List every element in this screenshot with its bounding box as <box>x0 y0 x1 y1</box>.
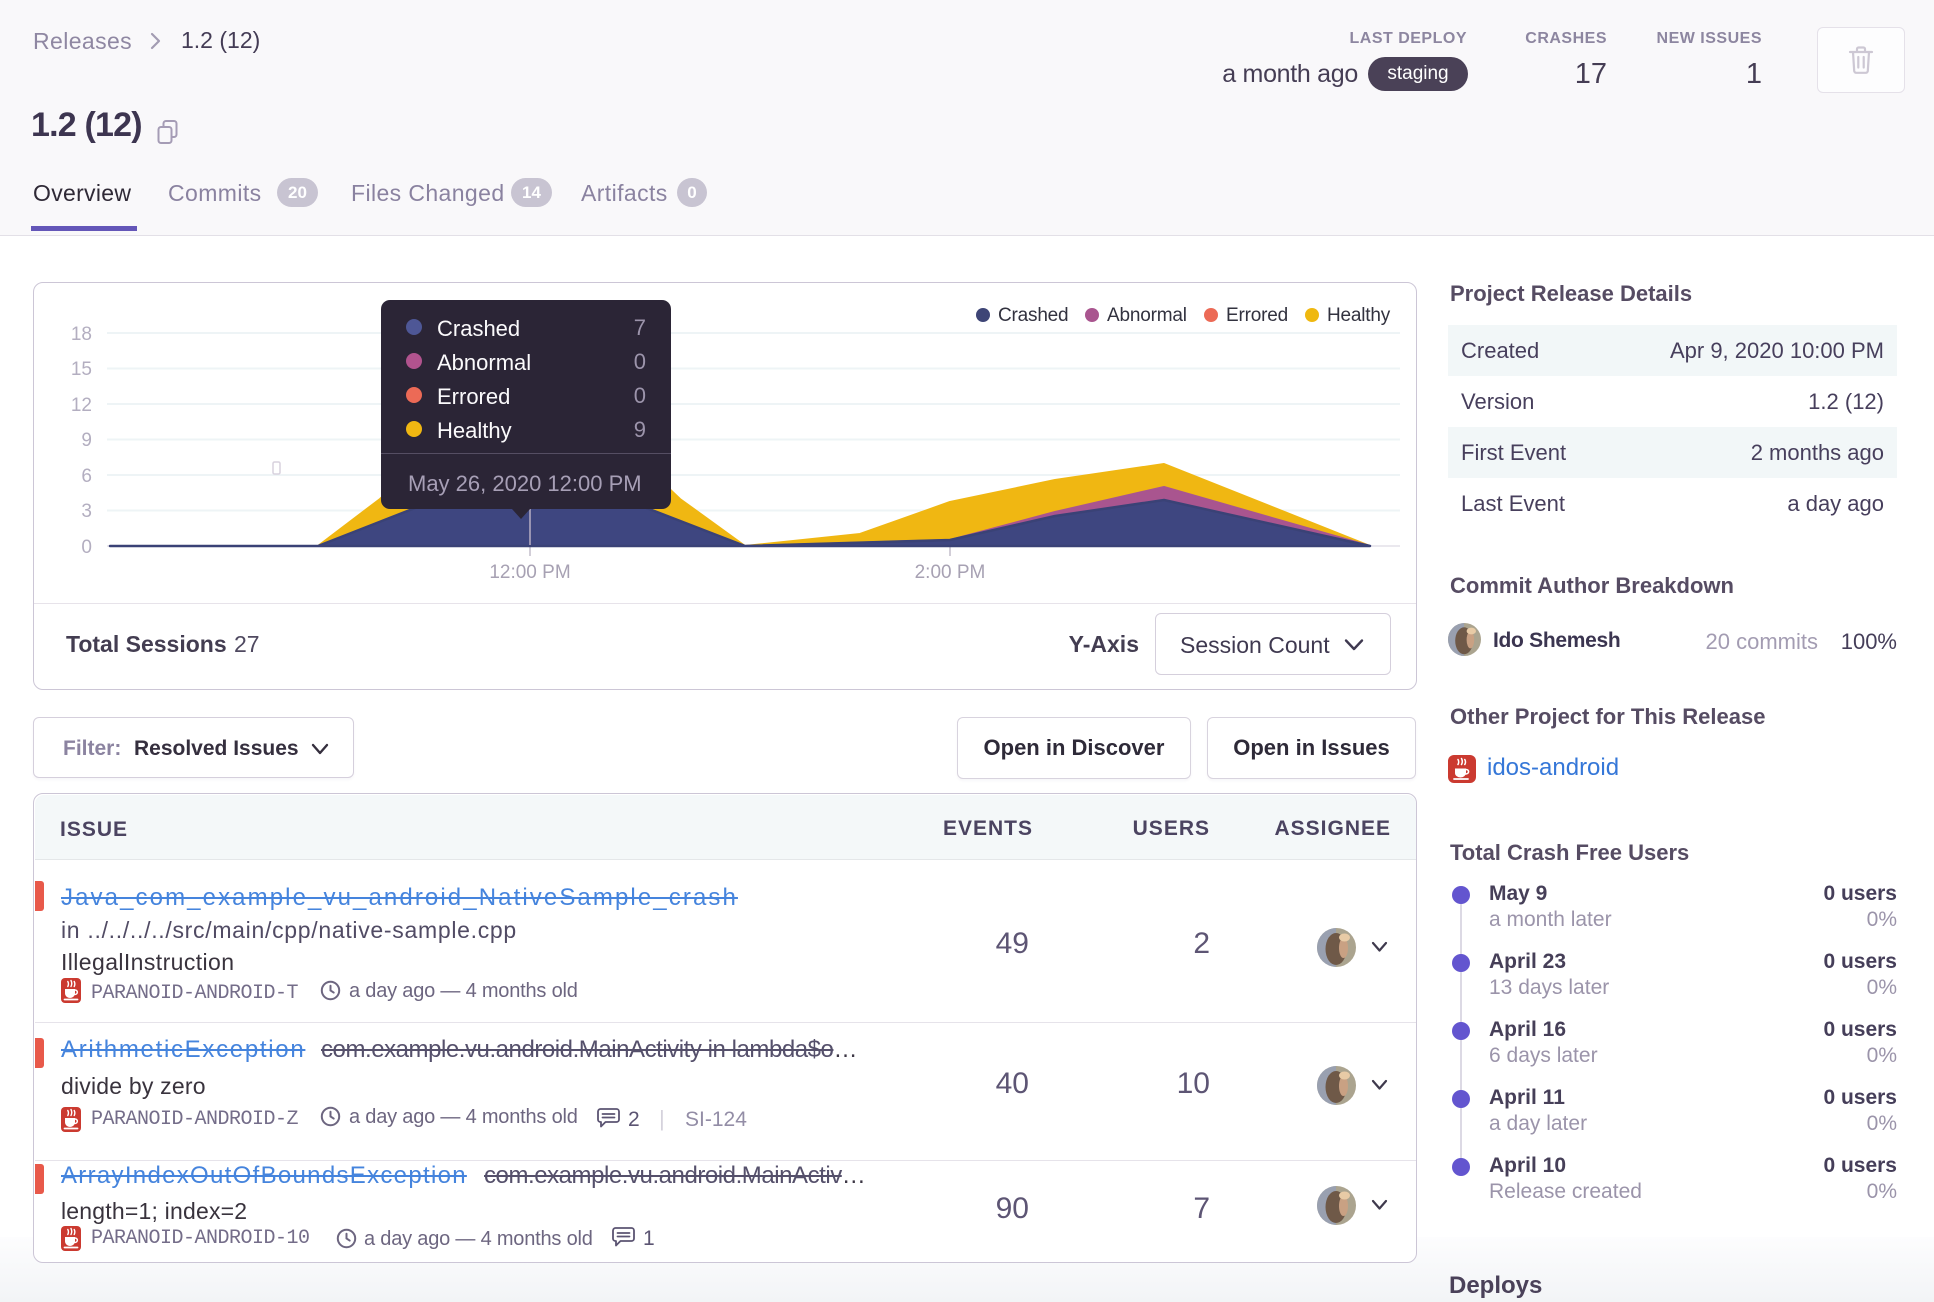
svg-text:2:00 PM: 2:00 PM <box>915 562 986 583</box>
svg-text:0: 0 <box>81 537 92 558</box>
svg-text:3: 3 <box>81 501 92 522</box>
svg-text:6: 6 <box>81 466 92 487</box>
svg-text:9: 9 <box>81 430 92 451</box>
svg-text:18: 18 <box>71 324 92 345</box>
svg-text:12:00 PM: 12:00 PM <box>489 562 570 583</box>
svg-text:12: 12 <box>71 395 92 416</box>
svg-text:15: 15 <box>71 359 92 380</box>
